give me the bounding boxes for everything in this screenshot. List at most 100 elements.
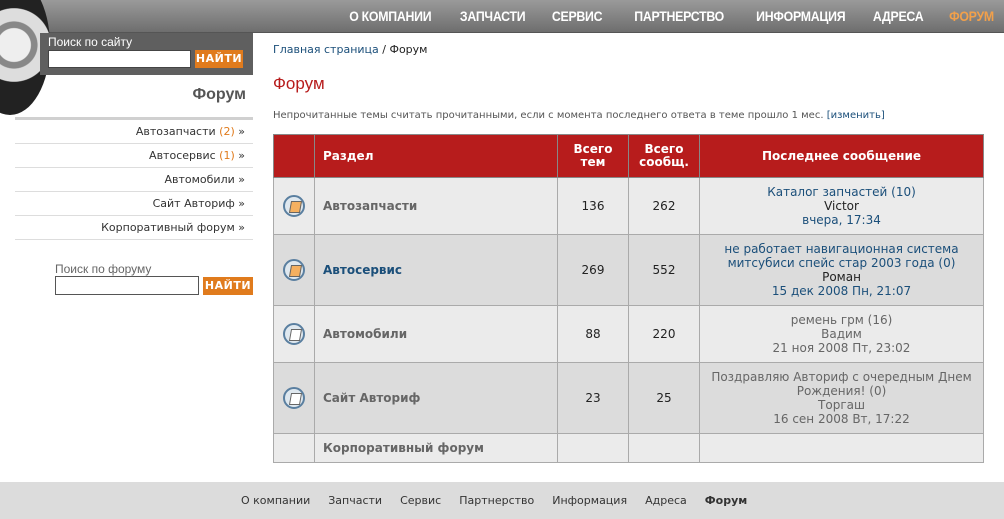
last-post-cell: ремень грм (16) Вадим 21 ноя 2008 Пт, 23… [699,305,984,363]
post-count: 220 [628,305,700,363]
sidebar-item-autoservice[interactable]: Автосервис (1) » [15,144,253,168]
sidebar-item-cars[interactable]: Автомобили » [15,168,253,192]
forum-table: Раздел Всего тем Всего сообщ. Последнее … [273,134,984,463]
nav-item-addresses[interactable]: АДРЕСА [873,8,924,24]
nav-item-company[interactable]: О КОМПАНИИ [349,8,431,24]
forum-search-button[interactable]: НАЙТИ [203,277,253,295]
breadcrumb: Главная страница / Форум [273,43,427,56]
last-post-cell: Поздравляю Авториф с очередным Днем Рожд… [699,362,984,434]
sidebar-item-label: Автозапчасти [135,125,216,138]
chevron-right-icon: » [238,197,245,210]
sidebar-item-corporate[interactable]: Корпоративный форум » [15,216,253,240]
new-posts-icon [283,259,305,281]
forum-name[interactable]: Автосервис [314,234,558,306]
last-post-cell: не работает навигационная система митсуб… [699,234,984,306]
footer-link-parts[interactable]: Запчасти [328,494,382,507]
last-post-title[interactable]: Каталог запчастей (10) [700,185,983,199]
forum-search-label: Поиск по форуму [55,262,152,276]
header-posts: Всего сообщ. [628,134,700,178]
post-count: 262 [628,177,700,235]
top-navigation-bar: О КОМПАНИИ ЗАПЧАСТИ СЕРВИС ПАРТНЕРСТВО И… [0,0,1004,115]
change-period-link[interactable]: [изменить] [827,110,885,121]
sidebar-item-autoparts[interactable]: Автозапчасти (2) » [15,120,253,144]
nav-item-info[interactable]: ИНФОРМАЦИЯ [757,8,846,24]
footer-link-info[interactable]: Информация [552,494,627,507]
header-icon-col [273,134,315,178]
site-search-box: Поиск по сайту НАЙТИ [40,33,253,75]
table-row: Корпоративный форум [273,433,984,463]
chevron-right-icon: » [238,173,245,186]
no-new-posts-icon [283,323,305,345]
sidebar-title: Форум [192,86,246,103]
sidebar-menu: Автозапчасти (2) » Автосервис (1) » Авто… [15,120,253,240]
last-post-cell [699,433,984,463]
footer-link-addresses[interactable]: Адреса [645,494,687,507]
last-post-user: Роман [822,270,861,284]
footer: О компании Запчасти Сервис Партнерство И… [0,482,1004,519]
sidebar-item-label: Автомобили [164,173,235,186]
page-title: Форум [273,74,325,93]
topic-count: 23 [557,362,629,434]
forum-name[interactable]: Автомобили [314,305,558,363]
site-search-input[interactable] [48,50,191,68]
topic-count: 136 [557,177,629,235]
sidebar-item-count: (2) [219,125,235,138]
header-last-post: Последнее сообщение [699,134,984,178]
breadcrumb-home-link[interactable]: Главная страница [273,43,379,56]
new-posts-icon [283,195,305,217]
footer-link-forum[interactable]: Форум [705,494,748,507]
forum-icon-cell [273,177,315,235]
site-search-label: Поиск по сайту [48,35,133,49]
last-post-date[interactable]: 21 ноя 2008 Пт, 23:02 [700,341,983,355]
nav-item-service[interactable]: СЕРВИС [552,8,603,24]
footer-link-service[interactable]: Сервис [400,494,441,507]
forum-icon-cell [273,305,315,363]
chevron-right-icon: » [238,125,245,138]
sidebar-item-count: (1) [219,149,235,162]
last-post-title[interactable]: не работает навигационная система митсуб… [714,242,969,270]
topic-count [557,433,629,463]
footer-link-partnership[interactable]: Партнерство [459,494,534,507]
sidebar-item-label: Автосервис [149,149,216,162]
breadcrumb-current: Форум [389,43,428,56]
last-post-user: Торгаш [818,398,865,412]
forum-name[interactable]: Автозапчасти [314,177,558,235]
last-post-cell: Каталог запчастей (10) Victor вчера, 17:… [699,177,984,235]
forum-icon-cell [273,433,315,463]
nav-item-forum[interactable]: ФОРУМ [949,8,994,24]
topic-count: 88 [557,305,629,363]
last-post-title[interactable]: Поздравляю Авториф с очередным Днем Рожд… [706,370,977,398]
site-search-button[interactable]: НАЙТИ [195,50,243,68]
main-nav: О КОМПАНИИ ЗАПЧАСТИ СЕРВИС ПАРТНЕРСТВО И… [338,8,995,24]
table-row: Автосервис 269 552 не работает навигацио… [273,234,984,306]
unread-notice: Непрочитанные темы считать прочитанными,… [273,110,885,121]
last-post-date[interactable]: 16 сен 2008 Вт, 17:22 [706,412,977,426]
forum-icon-cell [273,234,315,306]
nav-item-partnership[interactable]: ПАРТНЕРСТВО [635,8,725,24]
forum-search-input[interactable] [55,276,199,295]
footer-links: О компании Запчасти Сервис Партнерство И… [241,494,747,507]
unread-notice-text: Непрочитанные темы считать прочитанными,… [273,110,824,121]
forum-search-box: Поиск по форуму НАЙТИ [55,262,255,295]
post-count [628,433,700,463]
breadcrumb-separator: / [378,43,390,56]
last-post-title[interactable]: ремень грм (16) [700,313,983,327]
table-row: Автомобили 88 220 ремень грм (16) Вадим … [273,305,984,363]
table-row: Сайт Авториф 23 25 Поздравляю Авториф с … [273,362,984,434]
nav-item-parts[interactable]: ЗАПЧАСТИ [460,8,526,24]
table-header-row: Раздел Всего тем Всего сообщ. Последнее … [273,134,984,178]
sidebar-item-site[interactable]: Сайт Авториф » [15,192,253,216]
last-post-date[interactable]: вчера, 17:34 [700,213,983,227]
header-section: Раздел [314,134,558,178]
topic-count: 269 [557,234,629,306]
no-new-posts-icon [283,387,305,409]
table-row: Автозапчасти 136 262 Каталог запчастей (… [273,177,984,235]
forum-name[interactable]: Сайт Авториф [314,362,558,434]
post-count: 552 [628,234,700,306]
header-topics: Всего тем [557,134,629,178]
footer-link-company[interactable]: О компании [241,494,310,507]
forum-name[interactable]: Корпоративный форум [314,433,558,463]
chevron-right-icon: » [238,149,245,162]
chevron-right-icon: » [238,221,245,234]
last-post-date[interactable]: 15 дек 2008 Пн, 21:07 [714,284,969,298]
